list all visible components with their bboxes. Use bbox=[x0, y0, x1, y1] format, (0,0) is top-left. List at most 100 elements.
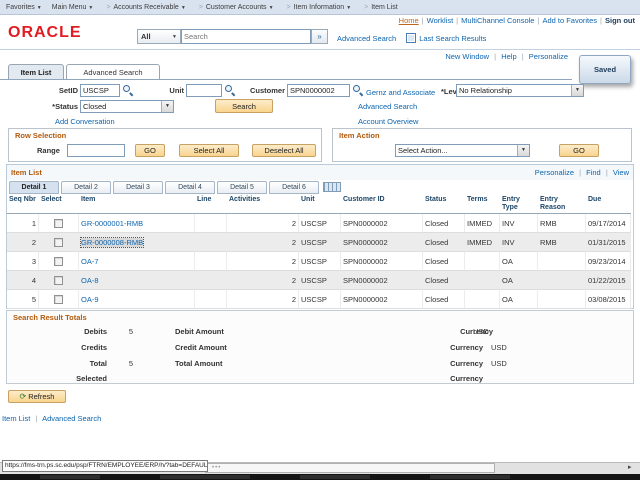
cell-status: Closed bbox=[423, 290, 465, 309]
customer-name-link[interactable]: Gernz and Associate bbox=[366, 86, 435, 99]
row-select-checkbox[interactable] bbox=[54, 294, 63, 304]
refresh-icon: ⟳ bbox=[19, 392, 27, 401]
add-conversation-link[interactable]: Add Conversation bbox=[55, 115, 115, 128]
customer-input[interactable] bbox=[287, 84, 350, 97]
level-value: No Relationship bbox=[459, 86, 512, 95]
cell-customer-id: SPN0000002 bbox=[341, 271, 423, 290]
item-link[interactable]: OA-9 bbox=[81, 295, 99, 304]
scrollbar-grip-icon: ••• bbox=[212, 465, 222, 471]
detail-tab-4[interactable]: Detail 4 bbox=[165, 181, 215, 194]
breadcrumb-customer-accounts[interactable]: Customer Accounts ▼ bbox=[206, 4, 274, 11]
item-action-dropdown[interactable]: Select Action... ▼ bbox=[395, 144, 530, 157]
row-select-checkbox[interactable] bbox=[54, 218, 63, 228]
page-action-links: New Window | Help | Personalize bbox=[445, 52, 568, 61]
link-separator: | bbox=[521, 52, 524, 61]
setid-lookup-icon[interactable] bbox=[123, 85, 133, 95]
item-link[interactable]: OA-8 bbox=[81, 276, 99, 285]
detail-tab-6[interactable]: Detail 6 bbox=[269, 181, 319, 194]
cell-terms bbox=[465, 271, 500, 290]
cell-unit: USCSP bbox=[299, 252, 341, 271]
form-advanced-search-link[interactable]: Advanced Search bbox=[358, 100, 417, 113]
cell-line bbox=[195, 271, 227, 290]
level-dropdown[interactable]: No Relationship ▼ bbox=[456, 84, 584, 97]
cell-customer-id: SPN0000002 bbox=[341, 214, 423, 233]
unit-input[interactable] bbox=[186, 84, 222, 97]
row-select-checkbox[interactable] bbox=[54, 275, 63, 285]
search-submit-button[interactable]: » bbox=[311, 29, 328, 44]
show-all-columns-icon[interactable] bbox=[323, 182, 341, 192]
range-go-button[interactable]: GO bbox=[135, 144, 165, 157]
breadcrumb-favorites[interactable]: Favorites ▼ bbox=[6, 4, 42, 11]
horizontal-scrollbar-thumb[interactable]: ••• bbox=[205, 463, 495, 473]
help-link[interactable]: Help bbox=[501, 52, 516, 61]
column-header-customer-id: Customer ID bbox=[341, 194, 423, 214]
last-search-results-link[interactable]: Last Search Results bbox=[419, 34, 486, 43]
item-link[interactable]: GR-0000001-RMB bbox=[81, 219, 143, 228]
range-input[interactable] bbox=[67, 144, 125, 157]
sign-out-link[interactable]: Sign out bbox=[605, 16, 635, 25]
worklist-link[interactable]: Worklist bbox=[427, 16, 454, 25]
item-link[interactable]: OA-7 bbox=[81, 257, 99, 266]
personalize-link[interactable]: Personalize bbox=[529, 52, 568, 61]
setid-input[interactable] bbox=[80, 84, 120, 97]
detail-tab-3[interactable]: Detail 3 bbox=[113, 181, 163, 194]
detail-tab-5[interactable]: Detail 5 bbox=[217, 181, 267, 194]
refresh-button[interactable]: ⟳ Refresh bbox=[8, 390, 66, 403]
unit-lookup-icon[interactable] bbox=[225, 85, 235, 95]
advanced-search-link[interactable]: Advanced Search bbox=[337, 34, 396, 43]
footer-advanced-search-link[interactable]: Advanced Search bbox=[42, 414, 101, 423]
cell-entry-type: INV bbox=[500, 214, 538, 233]
search-scope-dropdown[interactable]: All ▼ bbox=[137, 29, 181, 44]
tab-item-list[interactable]: Item List bbox=[8, 64, 64, 79]
tab-underline bbox=[0, 79, 572, 80]
level-label: *Level bbox=[441, 87, 456, 96]
detail-tab-1[interactable]: Detail 1 bbox=[9, 181, 59, 194]
unit-label: Unit bbox=[169, 86, 184, 95]
cell-seq: 5 bbox=[7, 290, 39, 309]
column-header-line: Line bbox=[195, 194, 227, 214]
cell-line bbox=[195, 214, 227, 233]
cell-item: GR-0000001-RMB bbox=[79, 214, 195, 233]
link-separator: | bbox=[494, 52, 497, 61]
tab-advanced-search[interactable]: Advanced Search bbox=[66, 64, 160, 79]
detail-tab-2[interactable]: Detail 2 bbox=[61, 181, 111, 194]
link-separator: | bbox=[456, 16, 459, 25]
home-link[interactable]: Home bbox=[399, 16, 419, 25]
footer-links: Item List | Advanced Search bbox=[2, 414, 101, 423]
chevron-down-icon: ▼ bbox=[268, 4, 274, 11]
chevron-down-icon: ▼ bbox=[36, 4, 42, 11]
row-select-checkbox[interactable] bbox=[54, 237, 63, 247]
add-to-favorites-link[interactable]: Add to Favorites bbox=[542, 16, 597, 25]
item-link[interactable]: GR-0000008-RMB bbox=[79, 236, 145, 248]
search-links: Advanced Search Last Search Results bbox=[337, 33, 486, 43]
cell-unit: USCSP bbox=[299, 233, 341, 252]
item-action-groupbox: Item Action Select Action... ▼ GO bbox=[332, 128, 632, 162]
cell-entry-reason bbox=[538, 252, 586, 271]
customer-lookup-icon[interactable] bbox=[353, 85, 363, 95]
breadcrumb-item-information[interactable]: Item Information ▼ bbox=[294, 4, 352, 11]
breadcrumb-accounts-receivable[interactable]: Accounts Receivable ▼ bbox=[113, 4, 185, 11]
multichannel-console-link[interactable]: MultiChannel Console bbox=[461, 16, 534, 25]
cell-due: 01/31/2015 bbox=[586, 233, 631, 252]
cell-select bbox=[39, 271, 79, 290]
deselect-all-button[interactable]: Deselect All bbox=[252, 144, 316, 157]
grid-view-link[interactable]: View bbox=[613, 168, 629, 177]
saved-status-badge: Saved bbox=[579, 55, 631, 84]
account-overview-link[interactable]: Account Overview bbox=[358, 115, 418, 128]
cell-seq: 3 bbox=[7, 252, 39, 271]
last-search-results-icon bbox=[406, 33, 417, 43]
new-window-link[interactable]: New Window bbox=[445, 52, 489, 61]
breadcrumb-main-menu[interactable]: Main Menu ▼ bbox=[52, 4, 94, 11]
global-search-input[interactable] bbox=[181, 29, 311, 44]
status-dropdown[interactable]: Closed ▼ bbox=[80, 100, 174, 113]
grid-find-link[interactable]: Find bbox=[586, 168, 601, 177]
grid-personalize-link[interactable]: Personalize bbox=[535, 168, 574, 177]
cell-line bbox=[195, 290, 227, 309]
row-select-checkbox[interactable] bbox=[54, 256, 63, 266]
footer-item-list-link[interactable]: Item List bbox=[2, 414, 30, 423]
scrollbar-right-arrow-icon[interactable]: ▸ bbox=[628, 463, 632, 471]
select-all-button[interactable]: Select All bbox=[179, 144, 239, 157]
item-action-go-button[interactable]: GO bbox=[559, 144, 599, 157]
cell-status: Closed bbox=[423, 252, 465, 271]
search-button[interactable]: Search bbox=[215, 99, 273, 113]
